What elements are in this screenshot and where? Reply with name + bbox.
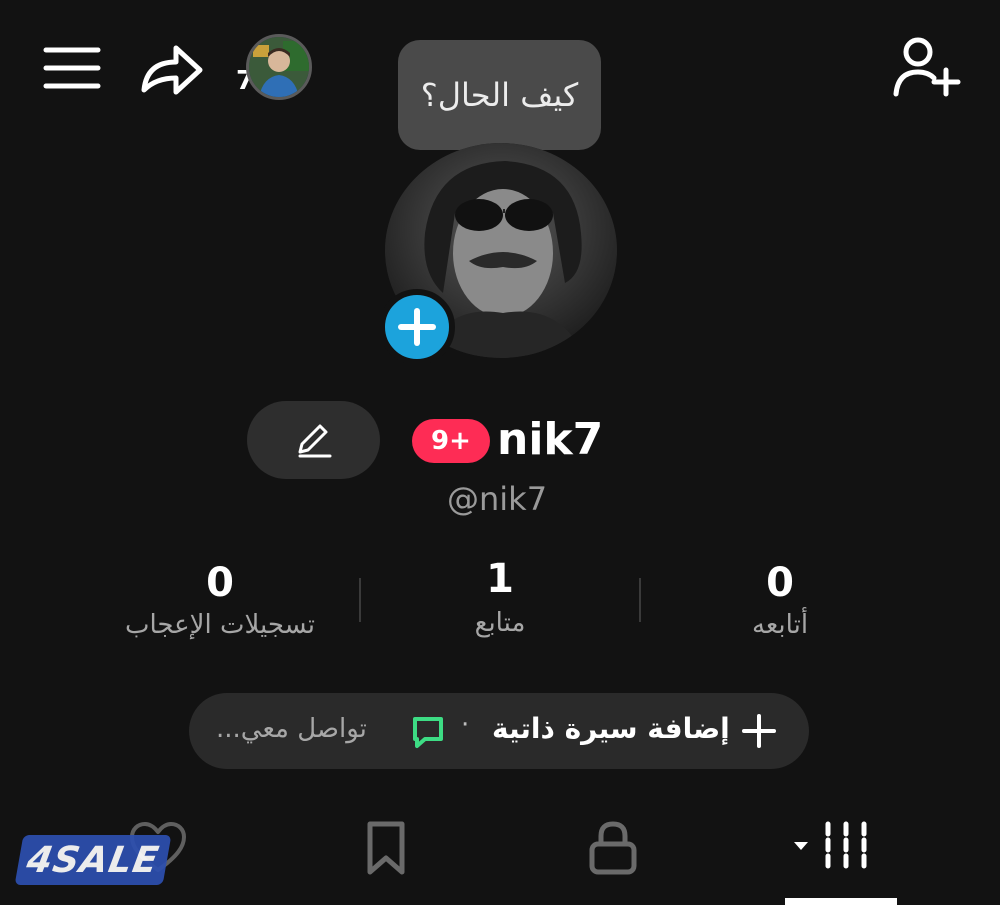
contact-me-button[interactable]: تواصل معي...: [216, 714, 367, 744]
plus-icon[interactable]: [740, 712, 778, 750]
note-bubble[interactable]: كيف الحال؟: [398, 40, 601, 150]
stat-likes[interactable]: 0 تسجيلات الإعجاب: [80, 560, 360, 640]
stats-divider: [639, 578, 641, 622]
bio-separator: ·: [461, 710, 470, 740]
likes-count: 0: [206, 560, 234, 606]
stat-following[interactable]: 0 أتابعه: [680, 560, 880, 640]
active-tab-indicator: [785, 898, 897, 905]
grid-icon: [794, 821, 867, 875]
stats-divider: [359, 578, 361, 622]
notification-badge[interactable]: 9+: [412, 419, 490, 463]
story-avatar[interactable]: [246, 34, 312, 100]
menu-icon[interactable]: [40, 40, 104, 96]
followers-label: متابع: [474, 608, 526, 638]
following-label: أتابعه: [751, 610, 809, 640]
chat-icon: [409, 713, 447, 751]
likes-label: تسجيلات الإعجاب: [124, 610, 316, 640]
lock-icon: [589, 821, 637, 875]
username: @nik7: [447, 480, 548, 518]
tab-favorites[interactable]: [364, 820, 408, 880]
stat-followers[interactable]: 1 متابع: [400, 556, 600, 638]
bookmark-icon: [367, 821, 405, 875]
display-name: nik7: [497, 414, 604, 465]
edit-profile-button[interactable]: [247, 401, 380, 479]
tab-videos[interactable]: [790, 820, 874, 880]
watermark-logo: 4SALE: [14, 835, 172, 885]
add-story-button[interactable]: [379, 289, 455, 365]
add-friend-icon[interactable]: [892, 34, 964, 100]
followers-count: 1: [486, 556, 514, 602]
tab-private[interactable]: [588, 820, 638, 880]
plus-icon: [398, 308, 436, 346]
following-count: 0: [766, 560, 794, 606]
pencil-icon: [298, 424, 331, 458]
add-bio-button[interactable]: إضافة سيرة ذاتية: [492, 712, 730, 745]
share-icon[interactable]: [136, 40, 206, 98]
